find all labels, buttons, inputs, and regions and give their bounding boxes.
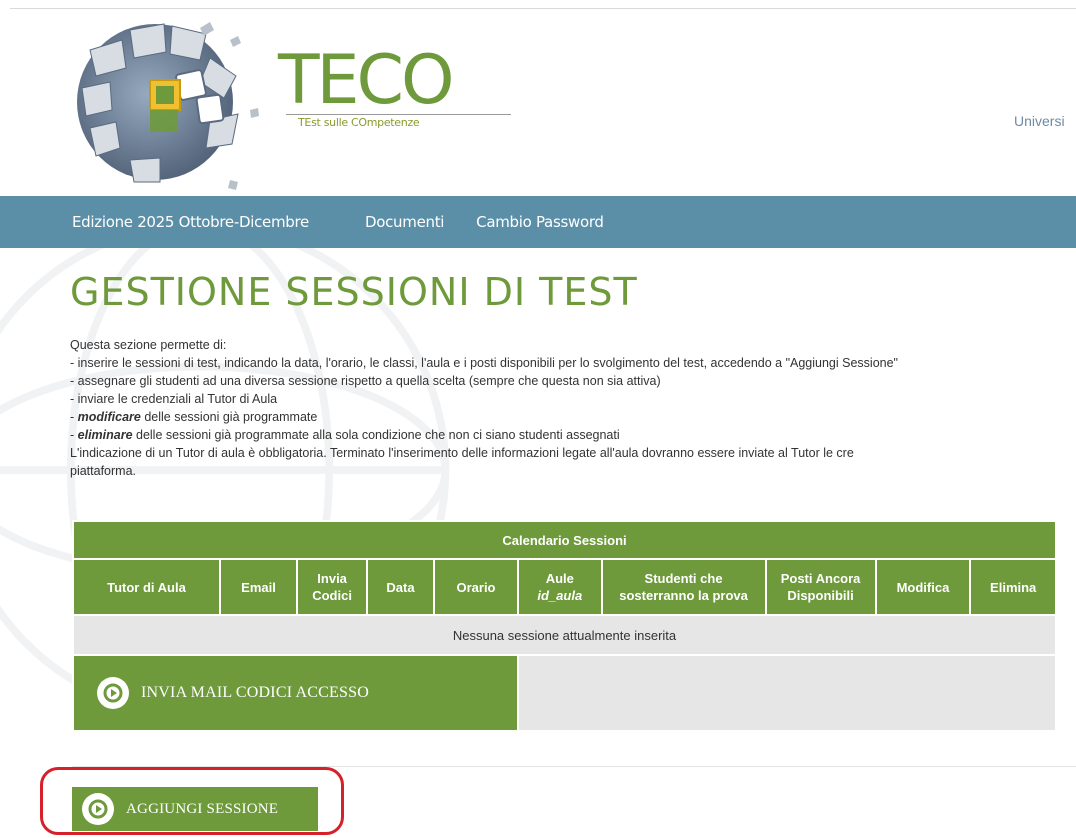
description: Questa sezione permette di: - inserire l… xyxy=(70,336,1076,480)
bullet-item: - modificare delle sessioni già programm… xyxy=(70,408,1076,426)
bullet-prefix: - xyxy=(70,428,78,442)
add-session-button-box: AGGIUNGI SESSIONE xyxy=(72,787,318,831)
play-circle-icon xyxy=(97,677,129,709)
column-header: Email xyxy=(218,558,299,616)
play-circle-icon xyxy=(82,793,114,825)
column-header: Posti Ancora Disponibili xyxy=(764,558,877,616)
page-title: GESTIONE SESSIONI DI TEST xyxy=(70,270,638,314)
column-header: Orario xyxy=(432,558,520,616)
column-header: Tutor di Aula xyxy=(72,558,221,616)
main-nav: Edizione 2025 Ottobre-Dicembre Documenti… xyxy=(0,196,1076,248)
add-session-button[interactable]: AGGIUNGI SESSIONE xyxy=(82,793,278,825)
university-label: Universi xyxy=(1014,113,1065,129)
column-header-sub: id_aula xyxy=(537,588,583,603)
send-codes-cell: INVIA MAIL CODICI ACCESSO xyxy=(71,654,520,732)
intro-text: Questa sezione permette di: xyxy=(70,338,227,352)
bullet-text: delle sessioni già programmate xyxy=(140,410,318,424)
bullet-text: delle sessioni già programmate alla sola… xyxy=(132,428,620,442)
column-header: Modifica xyxy=(874,558,972,616)
send-codes-button[interactable]: INVIA MAIL CODICI ACCESSO xyxy=(97,677,369,709)
bullet-item: - inviare le credenziali al Tutor di Aul… xyxy=(70,390,1076,408)
bullet-prefix: - xyxy=(70,392,78,406)
bullet-item: - inserire le sessioni di test, indicand… xyxy=(70,354,1076,372)
brand: TECO TEst sulle COmpetenze xyxy=(278,41,511,129)
bullet-text: assegnare gli studenti ad una diversa se… xyxy=(77,374,661,388)
column-header-aule: Aule id_aula xyxy=(517,558,603,616)
nav-documenti[interactable]: Documenti xyxy=(365,213,444,231)
bullet-text: inviare le credenziali al Tutor di Aula xyxy=(77,392,278,406)
divider xyxy=(72,766,1076,767)
column-header-label: Aule xyxy=(545,571,574,586)
sessions-calendar-table: Calendario Sessioni Tutor di Aula Email … xyxy=(71,520,1057,732)
globe-logo-icon xyxy=(77,22,259,190)
column-header: Data xyxy=(366,558,435,616)
brand-underline xyxy=(286,114,511,115)
note-text: L'indicazione di un Tutor di aula è obbl… xyxy=(70,446,854,460)
empty-message: Nessuna sessione attualmente inserita xyxy=(72,614,1057,656)
bullet-prefix: - xyxy=(70,374,78,388)
column-header: Studenti che sosterranno la prova xyxy=(600,558,767,616)
note-tail: piattaforma. xyxy=(70,464,137,478)
add-session-label: AGGIUNGI SESSIONE xyxy=(126,800,279,817)
bullet-item: - eliminare delle sessioni già programma… xyxy=(70,426,1076,444)
table-caption: Calendario Sessioni xyxy=(72,520,1057,560)
bullet-text: inserire le sessioni di test, indicando … xyxy=(77,356,898,370)
bullet-emphasis: modificare xyxy=(77,410,141,424)
bullet-emphasis: eliminare xyxy=(77,428,133,442)
bullet-item: - assegnare gli studenti ad una diversa … xyxy=(70,372,1076,390)
bullet-prefix: - xyxy=(70,356,78,370)
send-codes-label: INVIA MAIL CODICI ACCESSO xyxy=(141,684,369,701)
top-divider xyxy=(10,8,1076,9)
bullet-prefix: - xyxy=(70,410,78,424)
column-header: Invia Codici xyxy=(296,558,369,616)
brand-title: TECO xyxy=(278,41,455,120)
brand-subtitle: TEst sulle COmpetenze xyxy=(298,116,420,129)
nav-cambio-password[interactable]: Cambio Password xyxy=(476,213,604,231)
nav-edition[interactable]: Edizione 2025 Ottobre-Dicembre xyxy=(72,213,309,231)
action-row-filler xyxy=(517,654,1057,732)
column-header: Elimina xyxy=(969,558,1057,616)
